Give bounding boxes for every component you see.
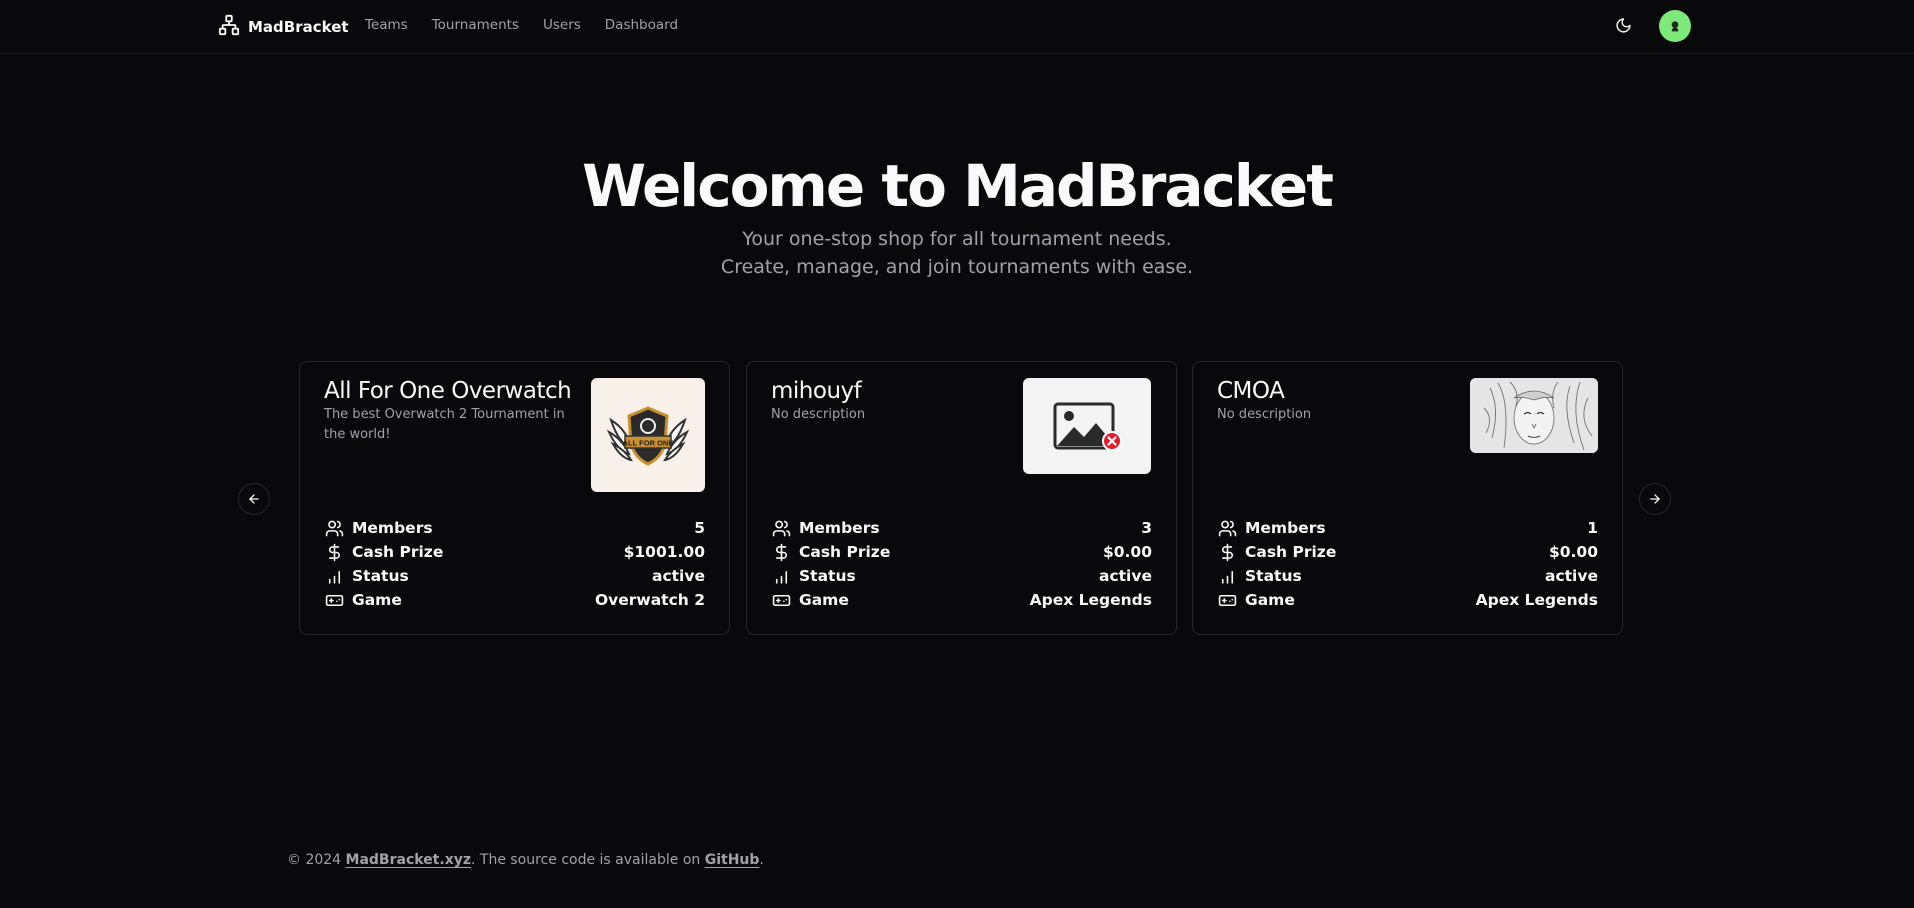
footer: © 2024 MadBracket.xyz. The source code i… <box>287 852 764 868</box>
tournament-card[interactable]: CMOA No description Members 1 Cash Prize… <box>1192 361 1623 635</box>
stat-members: Members 5 <box>324 516 705 540</box>
theme-toggle-button[interactable] <box>1612 14 1634 36</box>
dollar-icon <box>324 542 344 562</box>
members-label: Members <box>799 519 880 537</box>
stat-game: Game Apex Legends <box>771 588 1152 612</box>
tournament-stats: Members 5 Cash Prize $1001.00 Status act… <box>324 516 705 612</box>
nav-users[interactable]: Users <box>543 17 581 33</box>
nav-dashboard[interactable]: Dashboard <box>605 17 678 33</box>
stat-cash-prize: Cash Prize $0.00 <box>771 540 1152 564</box>
stat-game: Game Overwatch 2 <box>324 588 705 612</box>
status-label: Status <box>1245 567 1302 585</box>
avatar-icon <box>1671 21 1679 32</box>
game-value: Overwatch 2 <box>594 591 705 609</box>
tournament-description: No description <box>1217 407 1312 422</box>
users-icon <box>771 518 791 538</box>
tournament-name: mihouyf <box>771 378 862 404</box>
cash-prize-value: $0.00 <box>1102 543 1152 561</box>
stat-cash-prize: Cash Prize $0.00 <box>1217 540 1598 564</box>
cash-prize-label: Cash Prize <box>1245 543 1337 561</box>
game-label: Game <box>352 591 402 609</box>
game-label: Game <box>799 591 849 609</box>
dollar-icon <box>771 542 791 562</box>
hero-title: Welcome to MadBracket <box>582 152 1334 220</box>
top-navbar: MadBracket Teams Tournaments Users Dashb… <box>0 0 1914 54</box>
members-label: Members <box>1245 519 1326 537</box>
nav-tournaments[interactable]: Tournaments <box>432 17 519 33</box>
footer-github-link[interactable]: GitHub <box>705 852 760 868</box>
moon-icon <box>1615 17 1631 33</box>
game-value: Apex Legends <box>1029 591 1152 609</box>
tournament-name: All For One Overwatch <box>324 378 572 404</box>
cash-prize-value: $1001.00 <box>623 543 705 561</box>
signal-bars-icon <box>1217 566 1237 586</box>
gamepad-icon <box>771 590 791 610</box>
stat-status: Status active <box>1217 564 1598 588</box>
footer-site-link[interactable]: MadBracket.xyz <box>346 852 471 868</box>
signal-bars-icon <box>771 566 791 586</box>
footer-copyright: © 2024 <box>287 852 346 868</box>
tournament-name: CMOA <box>1217 378 1285 404</box>
status-label: Status <box>352 567 409 585</box>
members-value: 1 <box>1587 519 1598 537</box>
cash-prize-label: Cash Prize <box>799 543 891 561</box>
game-label: Game <box>1245 591 1295 609</box>
tournament-description: The best Overwatch 2 Tournament in the w… <box>324 407 565 442</box>
hero-subtitle-line-1: Your one-stop shop for all tournament ne… <box>742 228 1172 250</box>
brand-name: MadBracket <box>248 18 349 36</box>
user-avatar[interactable] <box>1659 10 1691 42</box>
footer-text: . The source code is available on <box>471 852 705 868</box>
tournament-stats: Members 1 Cash Prize $0.00 Status active <box>1217 516 1598 612</box>
game-value: Apex Legends <box>1475 591 1598 609</box>
bracket-icon <box>218 14 240 40</box>
hero-subtitle-line-2: Create, manage, and join tournaments wit… <box>720 256 1194 278</box>
status-value: active <box>1545 567 1598 585</box>
stat-status: Status active <box>324 564 705 588</box>
broken-image-icon <box>1023 378 1151 474</box>
tournament-banner-image <box>1470 378 1598 453</box>
tournament-card[interactable]: mihouyf No description Members 3 Cash Pr… <box>746 361 1177 635</box>
stat-status: Status active <box>771 564 1152 588</box>
tournament-logo: ALL FOR ONE <box>591 378 705 492</box>
members-value: 3 <box>1141 519 1152 537</box>
cash-prize-label: Cash Prize <box>352 543 444 561</box>
footer-suffix: . <box>759 852 764 868</box>
nav-teams[interactable]: Teams <box>365 17 408 33</box>
carousel-next-button[interactable] <box>1639 483 1671 515</box>
tournament-description: No description <box>771 407 866 422</box>
members-value: 5 <box>694 519 705 537</box>
status-label: Status <box>799 567 856 585</box>
stat-cash-prize: Cash Prize $1001.00 <box>324 540 705 564</box>
status-value: active <box>652 567 705 585</box>
gamepad-icon <box>324 590 344 610</box>
arrow-right-icon <box>1650 494 1660 504</box>
cash-prize-value: $0.00 <box>1548 543 1598 561</box>
logo-lettering: ALL FOR ONE <box>623 439 674 448</box>
carousel-prev-button[interactable] <box>238 483 270 515</box>
main-nav: Teams Tournaments Users Dashboard <box>365 17 702 33</box>
members-label: Members <box>352 519 433 537</box>
tournament-card[interactable]: All For One Overwatch The best Overwatch… <box>299 361 730 635</box>
stat-members: Members 3 <box>771 516 1152 540</box>
users-icon <box>1217 518 1237 538</box>
gamepad-icon <box>1217 590 1237 610</box>
dollar-icon <box>1217 542 1237 562</box>
tournament-stats: Members 3 Cash Prize $0.00 Status active <box>771 516 1152 612</box>
signal-bars-icon <box>324 566 344 586</box>
stat-members: Members 1 <box>1217 516 1598 540</box>
stat-game: Game Apex Legends <box>1217 588 1598 612</box>
status-value: active <box>1099 567 1152 585</box>
brand-link[interactable]: MadBracket <box>218 13 349 41</box>
users-icon <box>324 518 344 538</box>
arrow-left-icon <box>249 494 259 504</box>
